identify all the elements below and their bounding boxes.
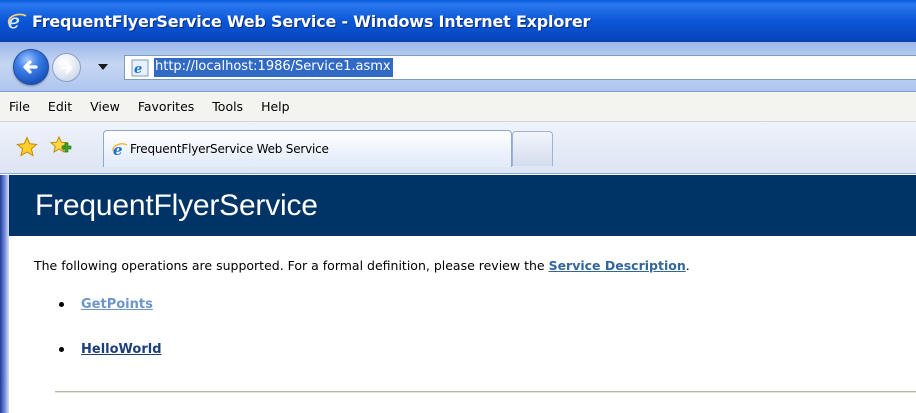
forward-button[interactable] [52, 53, 81, 82]
menu-edit[interactable]: Edit [46, 97, 74, 116]
tab-bar: e FrequentFlyerService Web Service [0, 122, 916, 174]
back-button[interactable] [13, 49, 49, 85]
operation-link-helloworld[interactable]: HelloWorld [81, 342, 162, 357]
recent-pages-dropdown-icon[interactable] [98, 64, 108, 70]
back-arrow-icon [23, 60, 38, 74]
intro-text: The following operations are supported. … [34, 258, 690, 273]
intro-suffix: . [685, 258, 690, 273]
tab-frequentflyerservice[interactable]: e FrequentFlyerService Web Service [103, 130, 512, 167]
list-item: HelloWorld [59, 338, 162, 360]
operations-list: GetPoints HelloWorld [59, 293, 162, 383]
forward-arrow-icon [60, 62, 72, 73]
favorites-star-icon[interactable] [16, 136, 38, 158]
new-tab-button[interactable] [512, 131, 553, 166]
intro-label: The following operations are supported. … [34, 258, 549, 273]
navigation-bar: e http://localhost:1986/Service1.asmx [0, 42, 916, 92]
list-item: GetPoints [59, 293, 162, 315]
address-bar[interactable]: e http://localhost:1986/Service1.asmx [124, 55, 916, 80]
add-favorite-icon[interactable] [50, 135, 72, 157]
operation-link-getpoints[interactable]: GetPoints [81, 297, 153, 312]
window-title: FrequentFlyerService Web Service - Windo… [32, 11, 591, 31]
menu-view[interactable]: View [88, 97, 122, 116]
menu-help[interactable]: Help [259, 97, 292, 116]
page-title: FrequentFlyerService [35, 188, 318, 222]
svg-text:e: e [8, 10, 20, 32]
svg-text:e: e [134, 62, 142, 77]
service-description-link[interactable]: Service Description [549, 258, 686, 273]
divider [55, 391, 916, 393]
page-header: FrequentFlyerService [9, 175, 916, 236]
bullet-icon [59, 301, 64, 307]
bullet-icon [59, 346, 64, 352]
window-frame-edge [0, 175, 9, 413]
title-bar[interactable]: e FrequentFlyerService Web Service - Win… [0, 0, 916, 42]
menu-bar: File Edit View Favorites Tools Help [0, 92, 916, 122]
ie-page-icon: e [131, 59, 149, 77]
menu-favorites[interactable]: Favorites [136, 97, 196, 116]
tab-label: FrequentFlyerService Web Service [130, 142, 329, 156]
menu-file[interactable]: File [7, 97, 32, 116]
address-url[interactable]: http://localhost:1986/Service1.asmx [154, 58, 393, 77]
menu-tools[interactable]: Tools [210, 97, 245, 116]
ie-page-icon: e [112, 141, 128, 157]
ie-logo-icon: e [8, 10, 27, 32]
